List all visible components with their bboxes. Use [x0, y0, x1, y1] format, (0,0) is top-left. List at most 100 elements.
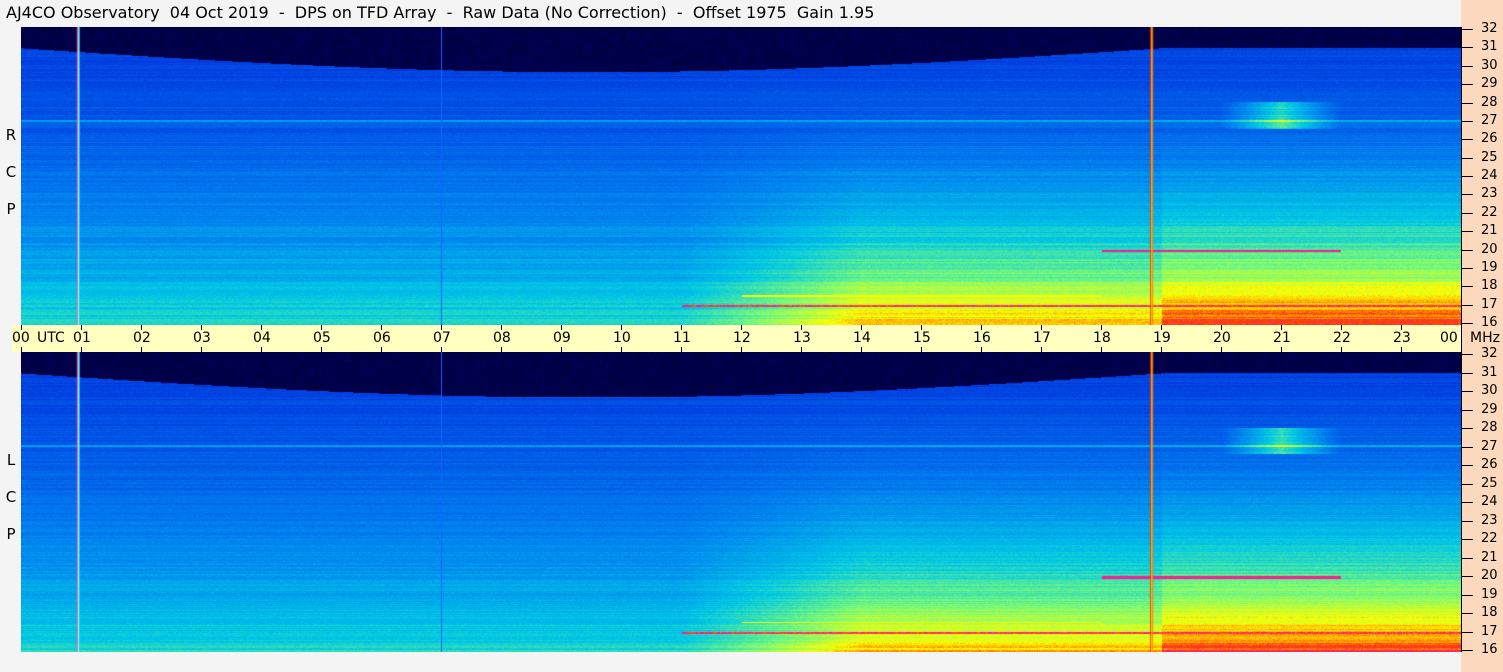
hour-label: 18 [1093, 330, 1111, 346]
hour-label: 05 [313, 330, 331, 346]
freq-tick [1461, 354, 1473, 355]
freq-tick [1461, 631, 1473, 633]
rcp-spectrogram [21, 27, 1461, 325]
hour-label: 01 [73, 330, 91, 346]
freq-tick [1461, 372, 1473, 374]
freq-tick [1461, 267, 1473, 269]
hour-tick-bottom [681, 347, 682, 352]
freq-label: 25 [1481, 149, 1498, 165]
hour-tick-bottom [861, 347, 862, 352]
hour-tick-bottom [261, 347, 262, 352]
hour-tick-bottom [1461, 347, 1462, 352]
freq-tick [1461, 446, 1473, 448]
freq-tick [1461, 650, 1473, 651]
lcp-label: L C P [4, 442, 18, 553]
freq-tick [1461, 157, 1473, 159]
hour-tick-bottom [21, 347, 22, 352]
freq-tick [1461, 139, 1473, 141]
hour-label: 00 [1440, 330, 1458, 346]
freq-tick [1461, 409, 1473, 411]
polarization-letter: R [5, 126, 17, 144]
hour-label: 12 [733, 330, 751, 346]
freq-tick [1461, 65, 1473, 67]
hour-tick-top [1461, 325, 1462, 330]
freq-label: 30 [1481, 57, 1498, 73]
freq-label: 22 [1481, 204, 1498, 220]
hour-tick-bottom [561, 347, 562, 352]
freq-tick [1461, 520, 1473, 522]
freq-tick [1461, 483, 1473, 485]
freq-label: 18 [1481, 278, 1498, 294]
freq-label: 27 [1481, 112, 1498, 128]
hour-label: 04 [253, 330, 271, 346]
freq-tick [1461, 29, 1473, 30]
freq-tick [1461, 84, 1473, 86]
hour-label: 14 [853, 330, 871, 346]
freq-tick [1461, 102, 1473, 104]
freq-label: 30 [1481, 383, 1498, 398]
hour-tick-bottom [321, 347, 322, 352]
freq-label: 20 [1481, 568, 1498, 583]
hour-label: 07 [433, 330, 451, 346]
hour-tick-bottom [741, 347, 742, 352]
freq-label: 25 [1481, 475, 1498, 491]
freq-tick [1461, 212, 1473, 214]
polarization-letter: L [6, 451, 16, 469]
hour-label: 20 [1213, 330, 1231, 346]
freq-tick [1461, 428, 1473, 429]
hour-label: 21 [1273, 330, 1291, 346]
polarization-letter: C [5, 163, 17, 181]
hour-tick-bottom [81, 347, 82, 352]
freq-label: 27 [1481, 438, 1498, 454]
freq-label: 24 [1481, 168, 1498, 183]
hour-label: 22 [1333, 330, 1351, 346]
chart-title: AJ4CO Observatory 04 Oct 2019 - DPS on T… [6, 3, 875, 22]
hour-tick-bottom [1341, 347, 1342, 352]
freq-tick [1461, 176, 1473, 177]
hour-label: 23 [1393, 330, 1411, 346]
hour-tick-bottom [1401, 347, 1402, 352]
mhz-unit-label: MHz [1470, 330, 1500, 346]
hour-tick-bottom [921, 347, 922, 352]
freq-tick [1461, 120, 1473, 122]
hour-tick-bottom [141, 347, 142, 352]
freq-tick [1461, 465, 1473, 466]
freq-tick [1461, 304, 1473, 306]
freq-label: 29 [1481, 401, 1498, 417]
freq-tick [1461, 613, 1473, 614]
hour-tick-bottom [621, 347, 622, 352]
freq-label: 23 [1481, 512, 1498, 528]
freq-label: 21 [1481, 549, 1498, 565]
hour-label: 10 [613, 330, 631, 346]
freq-label: 23 [1481, 186, 1498, 202]
hour-label: 16 [973, 330, 991, 346]
rcp-label: R C P [4, 117, 18, 228]
freq-tick [1461, 391, 1473, 392]
freq-tick [1461, 323, 1473, 324]
polarization-letter: C [5, 488, 17, 506]
freq-label: 24 [1481, 494, 1498, 509]
hour-label: 19 [1153, 330, 1171, 346]
polarization-letter: P [6, 525, 16, 543]
freq-label: 32 [1481, 21, 1498, 36]
freq-label: 31 [1481, 364, 1498, 380]
freq-tick [1461, 539, 1473, 540]
hour-tick-bottom [501, 347, 502, 352]
hour-label: 03 [193, 330, 211, 346]
hour-label: 00 [12, 330, 30, 346]
freq-tick [1461, 47, 1473, 49]
freq-label: 19 [1481, 259, 1498, 275]
hour-tick-bottom [1281, 347, 1282, 352]
freq-tick [1461, 249, 1473, 251]
freq-tick [1461, 231, 1473, 233]
polarization-letter: P [6, 200, 16, 218]
freq-tick [1461, 502, 1473, 503]
freq-label: 18 [1481, 605, 1498, 620]
freq-label: 16 [1481, 315, 1498, 330]
hour-tick-bottom [441, 347, 442, 352]
freq-label: 31 [1481, 39, 1498, 55]
hour-label: 08 [493, 330, 511, 346]
hour-label: 09 [553, 330, 571, 346]
freq-label: 20 [1481, 241, 1498, 257]
freq-label: 32 [1481, 346, 1498, 361]
